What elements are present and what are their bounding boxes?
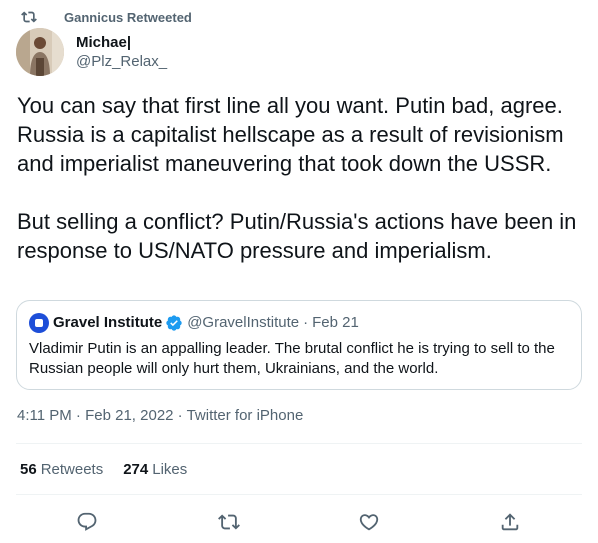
- tweet-stats: 56 Retweets 274 Likes: [20, 460, 207, 480]
- retweet-banner-text[interactable]: Gannicus Retweeted: [64, 10, 192, 25]
- meta-separator: ·: [75, 407, 81, 424]
- quoted-tweet-text: Vladimir Putin is an appalling leader. T…: [29, 340, 555, 377]
- tweet-paragraph: You can say that first line all you want…: [17, 93, 564, 176]
- tweet-author: Michae| @Plz_Relax_: [16, 28, 167, 76]
- likes-stat[interactable]: 274 Likes: [123, 460, 187, 480]
- divider: [16, 443, 582, 444]
- retweet-button[interactable]: [212, 505, 246, 539]
- reply-icon: [77, 512, 97, 531]
- verified-badge-icon: [165, 314, 183, 332]
- likes-label: Likes: [152, 461, 188, 478]
- share-button[interactable]: [493, 505, 527, 539]
- retweet-icon: [20, 9, 42, 25]
- quoted-separator: ·: [303, 314, 309, 331]
- author-handle[interactable]: @Plz_Relax_: [76, 52, 167, 72]
- quoted-avatar: [29, 313, 49, 333]
- action-bar: [16, 505, 582, 539]
- like-button[interactable]: [352, 505, 386, 539]
- quoted-date: Feb 21: [312, 314, 359, 331]
- quoted-author-name: Gravel Institute: [53, 314, 163, 331]
- retweets-stat[interactable]: 56 Retweets: [20, 460, 103, 480]
- tweet-source[interactable]: Twitter for iPhone: [187, 407, 304, 424]
- reply-button[interactable]: [70, 505, 104, 539]
- tweet-time[interactable]: 4:11 PM: [17, 407, 72, 424]
- avatar[interactable]: [16, 28, 64, 76]
- retweet-banner: Gannicus Retweeted: [20, 9, 192, 25]
- meta-separator: ·: [177, 407, 183, 424]
- divider: [16, 494, 582, 495]
- quoted-author-handle: @GravelInstitute: [187, 314, 300, 331]
- tweet-meta: 4:11 PM · Feb 21, 2022 · Twitter for iPh…: [17, 406, 303, 426]
- tweet-paragraph: But selling a conflict? Putin/Russia's a…: [17, 209, 577, 263]
- author-display-name[interactable]: Michae|: [76, 34, 167, 52]
- tweet-date[interactable]: Feb 21, 2022: [85, 407, 173, 424]
- retweets-label: Retweets: [40, 461, 104, 478]
- retweets-count: 56: [20, 461, 37, 478]
- likes-count: 274: [123, 461, 149, 478]
- retweet-icon: [218, 514, 240, 530]
- share-icon: [501, 513, 519, 531]
- quoted-tweet[interactable]: Gravel Institute @GravelInstitute · Feb …: [16, 300, 582, 390]
- heart-icon: [359, 514, 379, 531]
- tweet-text: You can say that first line all you want…: [17, 91, 587, 265]
